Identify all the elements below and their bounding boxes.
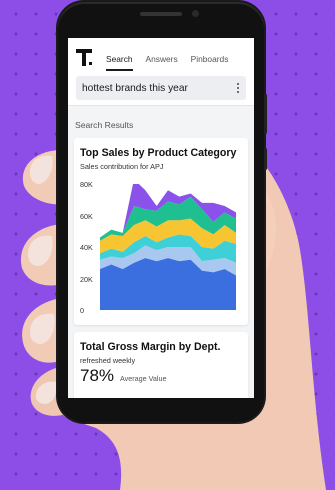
phone-volume-button	[264, 94, 267, 134]
y-tick-label: 40K	[80, 243, 93, 252]
y-tick-label: 80K	[80, 180, 93, 189]
margin-value: 78%	[80, 366, 115, 385]
sales-card-title: Top Sales by Product Category	[80, 147, 237, 159]
phone-power-button	[264, 148, 267, 170]
margin-value-caption: Average Value	[120, 374, 167, 383]
y-tick-label: 20K	[80, 274, 93, 284]
y-tick-label: 0	[80, 306, 84, 315]
thoughtspot-logo-icon[interactable]	[76, 49, 92, 67]
phone-speaker	[140, 12, 182, 16]
phone-frame: Search Answers Pinboards hottest brands …	[58, 2, 267, 422]
y-tick-label: 60K	[80, 211, 93, 221]
margin-card-subtitle: refreshed weekly	[80, 356, 136, 365]
sales-chart-card[interactable]: Top Sales by Product Category Sales cont…	[74, 138, 248, 325]
more-vertical-icon[interactable]	[237, 83, 240, 93]
phone-camera	[192, 10, 199, 17]
app-header: Search Answers Pinboards hottest brands …	[68, 38, 254, 106]
search-input[interactable]: hottest brands this year	[76, 76, 246, 100]
tab-search[interactable]: Search	[106, 54, 133, 71]
nav-tabs: Search Answers Pinboards	[106, 54, 228, 71]
sales-area-chart	[100, 184, 236, 310]
sales-card-subtitle: Sales contribution for APJ	[80, 162, 164, 171]
tab-pinboards[interactable]: Pinboards	[191, 54, 229, 71]
search-results-label: Search Results	[75, 120, 134, 130]
app-screen: Search Answers Pinboards hottest brands …	[68, 38, 254, 398]
tab-answers[interactable]: Answers	[146, 54, 178, 71]
search-query-text: hottest brands this year	[82, 82, 188, 94]
margin-card-title: Total Gross Margin by Dept.	[80, 341, 221, 353]
margin-card[interactable]: Total Gross Margin by Dept. refreshed we…	[74, 332, 248, 398]
